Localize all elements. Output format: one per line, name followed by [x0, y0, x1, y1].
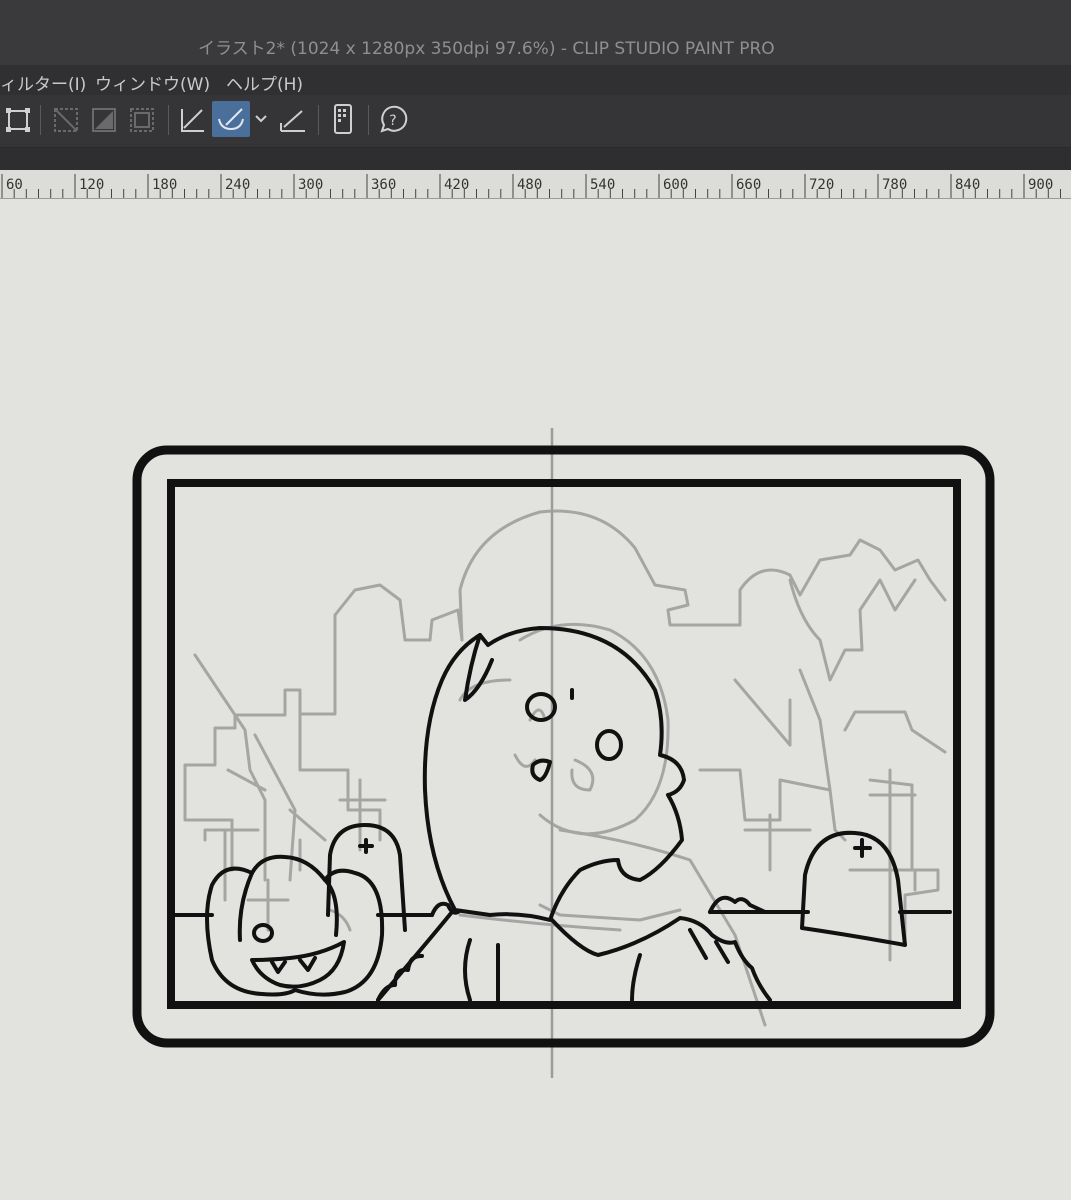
menu-bar: ィルター(I) ウィンドウ(W) ヘルプ(H)	[0, 65, 1071, 95]
rough-sketch	[183, 509, 947, 1027]
ruler-label: 180	[152, 177, 178, 193]
ruler-label: 540	[590, 177, 616, 193]
menu-help[interactable]: ヘルプ(H)	[226, 70, 303, 95]
command-bar: ?	[0, 95, 1071, 148]
ruler-label: 480	[517, 177, 543, 193]
ruler-label: 300	[298, 177, 324, 193]
horizontal-ruler[interactable]: 60 120 180 240 300 360 420 480 540 600 6…	[0, 170, 1071, 199]
help-icon[interactable]: ?	[376, 101, 410, 137]
window-title: イラスト2* (1024 x 1280px 350dpi 97.6%) - CL…	[198, 39, 775, 59]
toolbar-separator	[168, 105, 169, 135]
brush-stabilize-icon[interactable]	[212, 101, 250, 137]
svg-text:?: ?	[389, 113, 396, 129]
ruler-label: 840	[955, 177, 981, 193]
ruler-label: 240	[225, 177, 251, 193]
hide-selection-icon[interactable]	[50, 101, 84, 137]
toolbar-separator	[368, 105, 369, 135]
ruler-label: 360	[371, 177, 397, 193]
ruler-label: 600	[663, 177, 689, 193]
ruler-label: 420	[444, 177, 470, 193]
ruler-label: 120	[79, 177, 105, 193]
ruler-label: 60	[6, 177, 23, 193]
ruler-label: 780	[882, 177, 908, 193]
menu-filter[interactable]: ィルター(I)	[0, 70, 86, 95]
line-snap-icon[interactable]	[176, 101, 210, 137]
panel-frame	[132, 445, 995, 1048]
fill-selection-icon[interactable]	[88, 101, 122, 137]
toolbar-gap	[0, 148, 1071, 170]
clear-selection-icon[interactable]	[126, 101, 160, 137]
menu-window[interactable]: ウィンドウ(W)	[95, 70, 210, 95]
transform-icon[interactable]	[2, 101, 34, 137]
ruler-label: 720	[809, 177, 835, 193]
smartphone-icon[interactable]	[326, 101, 360, 137]
dropdown-icon[interactable]	[252, 101, 270, 137]
ruler-label: 900	[1028, 177, 1054, 193]
ruler-snap-icon[interactable]	[276, 101, 310, 137]
ruler-label: 660	[736, 177, 762, 193]
title-bar: イラスト2* (1024 x 1280px 350dpi 97.6%) - CL…	[0, 0, 1071, 65]
toolbar-separator	[318, 105, 319, 135]
toolbar-separator	[40, 105, 41, 135]
artwork	[132, 428, 995, 1078]
